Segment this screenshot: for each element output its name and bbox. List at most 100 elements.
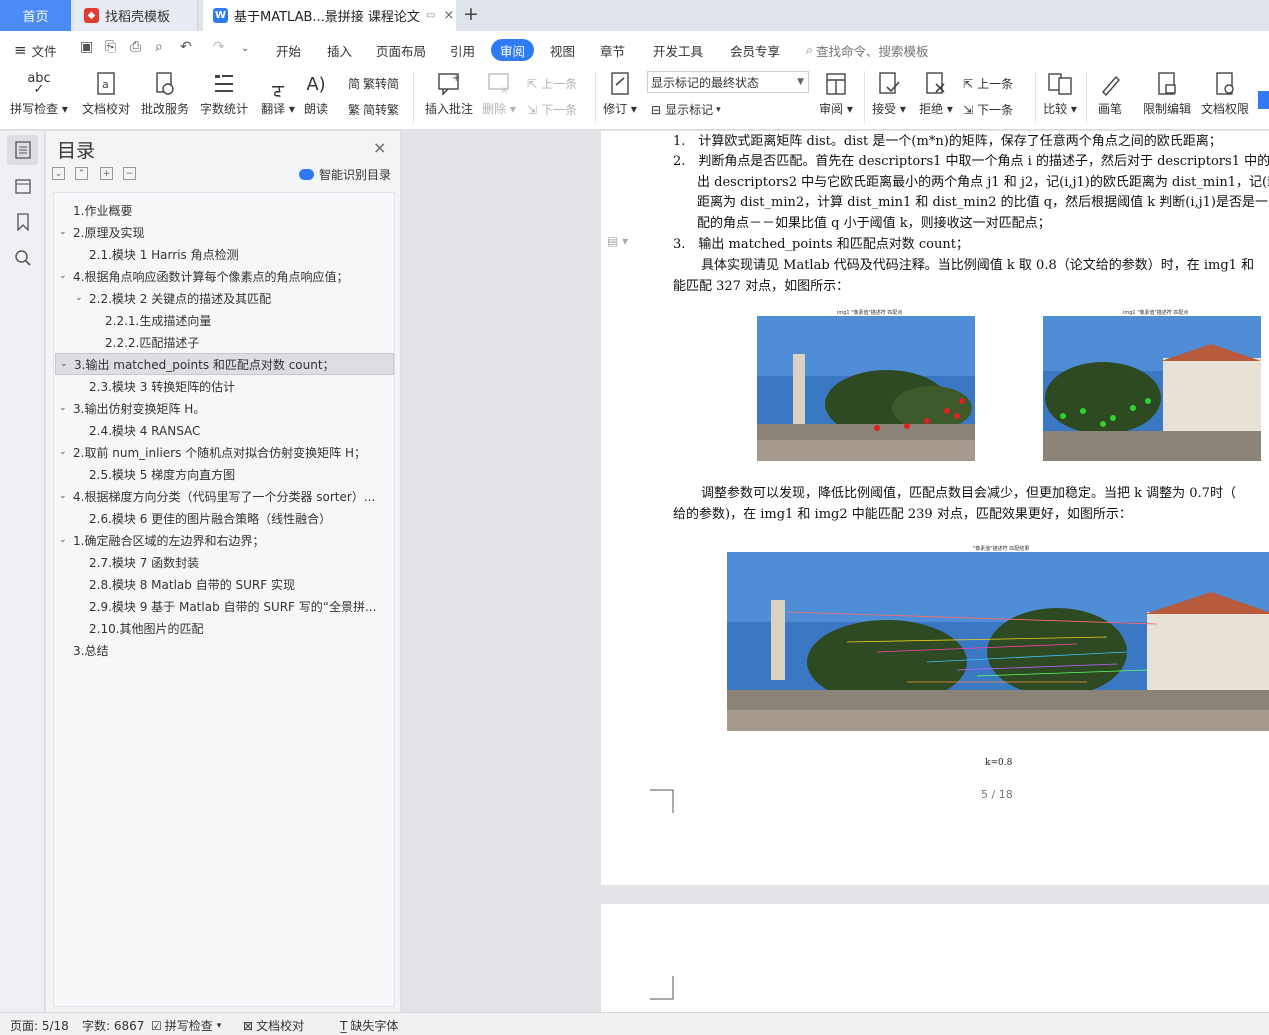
tab-template[interactable]: ◆ 找稻壳模板 bbox=[74, 0, 198, 31]
toc-item[interactable]: 2.10.其他图片的匹配 bbox=[55, 617, 394, 639]
toc-item[interactable]: ⌄ 2.2.模块 2 关键点的描述及其匹配 bbox=[55, 287, 394, 309]
status-missing-font[interactable]: T̲ 缺失字体 bbox=[340, 1017, 398, 1034]
add-heading-icon[interactable]: + bbox=[100, 167, 113, 180]
toc-item[interactable]: ⌄ 2.原理及实现 bbox=[55, 221, 394, 243]
separator bbox=[413, 71, 414, 123]
ribbon-overflow-icon[interactable] bbox=[1258, 91, 1269, 109]
toc-expand-icon[interactable]: ⌄ bbox=[60, 359, 74, 369]
toc-item[interactable]: ⌄ 2.取前 num_inliers 个随机点对拟合仿射变换矩阵 H； bbox=[55, 441, 394, 463]
word-count-button[interactable]: 字数统计 bbox=[193, 69, 255, 117]
menu-start[interactable]: 开始 bbox=[276, 39, 301, 61]
toc-item[interactable]: ⌄ 4.根据角点响应函数计算每个像素点的角点响应值； bbox=[55, 265, 394, 287]
toc-item[interactable]: 2.2.1.生成描述向量 bbox=[55, 309, 394, 331]
toc-item[interactable]: ⌄ 3.输出仿射变换矩阵 H。 bbox=[55, 397, 394, 419]
delete-comment-button[interactable]: × 删除 ▾ bbox=[468, 69, 530, 117]
quick-access-chevron-icon[interactable]: ⌄ bbox=[241, 43, 249, 54]
doc-line: 3. 输出 matched_points 和匹配点对数 count； bbox=[673, 237, 969, 252]
prev-comment-button[interactable]: ⇱ 上一条 bbox=[527, 75, 577, 92]
export-pdf-icon[interactable]: ⎘ bbox=[105, 39, 116, 55]
toc-item[interactable]: 1.作业概要 bbox=[55, 199, 394, 221]
doc-line: 调整参数可以发现，降低比例阈值，匹配点数目会减少，但更加稳定。当把 k 调整为 … bbox=[701, 486, 1236, 501]
document-page: 1. 计算欧式距离矩阵 dist。dist 是一个(m*n)的矩阵，保存了任意两… bbox=[601, 131, 1269, 885]
toc-pane-icon[interactable] bbox=[7, 135, 38, 165]
toc-expand-icon[interactable]: ⌄ bbox=[59, 491, 73, 501]
print-preview-icon[interactable]: ⌕ bbox=[155, 39, 163, 55]
toc-item-label: 2.4.模块 4 RANSAC bbox=[89, 423, 201, 438]
toc-item[interactable]: 2.7.模块 7 函数封装 bbox=[55, 551, 394, 573]
paragraph-marker-icon[interactable]: ▤ ▾ bbox=[607, 234, 628, 248]
toc-item[interactable]: ⌄ 3.输出 matched_points 和匹配点对数 count； bbox=[55, 353, 394, 375]
toc-expand-icon[interactable]: ⌄ bbox=[59, 447, 73, 457]
menu-reference[interactable]: 引用 bbox=[450, 39, 475, 61]
revise-button[interactable]: 修订 ▾ bbox=[589, 69, 651, 117]
tab-document[interactable]: W 基于MATLAB...景拼接 课程论文 ▭ × bbox=[203, 0, 456, 31]
menu-chapter[interactable]: 章节 bbox=[600, 39, 625, 61]
toc-expand-icon[interactable]: ⌄ bbox=[59, 403, 73, 413]
tab-close-icon[interactable]: × bbox=[443, 8, 454, 23]
status-spell-check[interactable]: ☑ 拼写检查 ▾ bbox=[151, 1017, 221, 1034]
to-simplified-button[interactable]: 简繁转简 bbox=[348, 75, 399, 92]
pen-button[interactable]: 画笔 bbox=[1079, 69, 1141, 117]
toc-item[interactable]: ⌄ 1.确定融合区域的左边界和右边界； bbox=[55, 529, 394, 551]
menu-member[interactable]: 会员专享 bbox=[730, 39, 780, 61]
prev-change-button[interactable]: ⇱ 上一条 bbox=[963, 75, 1013, 92]
toc-item[interactable]: 2.9.模块 9 基于 Matlab 自带的 SURF 写的“全景拼... bbox=[55, 595, 394, 617]
toc-item[interactable]: 2.3.模块 3 转换矩阵的估计 bbox=[55, 375, 394, 397]
menu-insert[interactable]: 插入 bbox=[327, 39, 352, 61]
find-icon[interactable] bbox=[7, 243, 38, 273]
word-count-indicator[interactable]: 字数: 6867 bbox=[82, 1017, 144, 1034]
toc-item[interactable]: 2.1.模块 1 Harris 角点检测 bbox=[55, 243, 394, 265]
expand-up-icon[interactable]: ⌃ bbox=[75, 167, 88, 180]
menu-view[interactable]: 视图 bbox=[550, 39, 575, 61]
toc-item[interactable]: 3.总结 bbox=[55, 639, 394, 661]
reject-button[interactable]: 拒绝 ▾ bbox=[905, 69, 967, 117]
menu-layout[interactable]: 页面布局 bbox=[376, 39, 426, 61]
toc-item[interactable]: 2.5.模块 5 梯度方向直方图 bbox=[55, 463, 394, 485]
toc-expand-icon[interactable]: ⌄ bbox=[59, 535, 73, 545]
toc-expand-icon[interactable]: ⌄ bbox=[75, 293, 89, 303]
proof-icon: ⊠ bbox=[243, 1018, 254, 1033]
menu-devtools[interactable]: 开发工具 bbox=[653, 39, 703, 61]
menu-file[interactable]: ≡ 文件 bbox=[14, 39, 57, 61]
toc-item[interactable]: 2.8.模块 8 Matlab 自带的 SURF 实现 bbox=[55, 573, 394, 595]
figure-matched-pairs bbox=[727, 552, 1269, 731]
new-tab-plus-icon[interactable]: + bbox=[463, 3, 479, 25]
figure-k-label: k=0.8 bbox=[985, 758, 1013, 768]
collapse-all-icon[interactable]: ⌄ bbox=[52, 167, 65, 180]
batch-service-button[interactable]: 批改服务 bbox=[134, 69, 196, 117]
restrict-edit-button[interactable]: 限制编辑 bbox=[1136, 69, 1198, 117]
toc-expand-icon[interactable]: ⌄ bbox=[59, 227, 73, 237]
save-icon[interactable]: ▣ bbox=[80, 39, 93, 55]
tab-home[interactable]: 首页 bbox=[0, 0, 71, 31]
undo-icon[interactable]: ↶ bbox=[180, 39, 192, 55]
doc-permission-button[interactable]: 文档权限 bbox=[1194, 69, 1256, 117]
font-icon: T̲ bbox=[340, 1018, 348, 1033]
read-aloud-button[interactable]: A) 朗读 bbox=[285, 69, 347, 117]
doc-proof-button[interactable]: a 文档校对 bbox=[75, 69, 137, 117]
spell-check-button[interactable]: abc ✓ 拼写检查 ▾ bbox=[8, 69, 70, 117]
show-markup-button[interactable]: ⊟ 显示标记 ▾ bbox=[651, 101, 721, 118]
to-traditional-button[interactable]: 繁简转繁 bbox=[348, 101, 399, 118]
toc-item[interactable]: 2.4.模块 4 RANSAC bbox=[55, 419, 394, 441]
doc-line: 配的角点－－如果比值 q 小于阈值 k，则接收这一对匹配点； bbox=[697, 216, 1051, 231]
menu-review[interactable]: 审阅 bbox=[491, 39, 535, 61]
page-indicator[interactable]: 页面: 5/18 bbox=[10, 1017, 69, 1034]
markup-state-select[interactable]: 显示标记的最终状态 ▼ bbox=[647, 71, 809, 93]
next-change-button[interactable]: ⇲ 下一条 bbox=[963, 101, 1013, 118]
print-icon[interactable]: ⎙ bbox=[130, 39, 141, 55]
smart-toc-button[interactable]: 智能识别目录 bbox=[299, 166, 391, 183]
chapter-nav-icon[interactable] bbox=[7, 171, 38, 201]
close-icon[interactable]: × bbox=[373, 138, 386, 157]
command-search[interactable]: ⌕ 查找命令、搜索模板 bbox=[806, 39, 929, 61]
bookmark-icon[interactable] bbox=[7, 207, 38, 237]
toc-item[interactable]: 2.2.2.匹配描述子 bbox=[55, 331, 394, 353]
toc-item[interactable]: ⌄ 4.根据梯度方向分类（代码里写了一个分类器 sorter）... bbox=[55, 485, 394, 507]
status-doc-proof[interactable]: ⊠ 文档校对 bbox=[243, 1017, 304, 1034]
redo-icon[interactable]: ↷ bbox=[213, 39, 225, 55]
toc-item-label: 2.3.模块 3 转换矩阵的估计 bbox=[89, 379, 236, 394]
toc-item-label: 2.6.模块 6 更佳的图片融合策略（线性融合） bbox=[89, 511, 332, 526]
toc-expand-icon[interactable]: ⌄ bbox=[59, 271, 73, 281]
toc-item[interactable]: 2.6.模块 6 更佳的图片融合策略（线性融合） bbox=[55, 507, 394, 529]
next-comment-button[interactable]: ⇲ 下一条 bbox=[527, 101, 577, 118]
remove-heading-icon[interactable]: − bbox=[123, 167, 136, 180]
